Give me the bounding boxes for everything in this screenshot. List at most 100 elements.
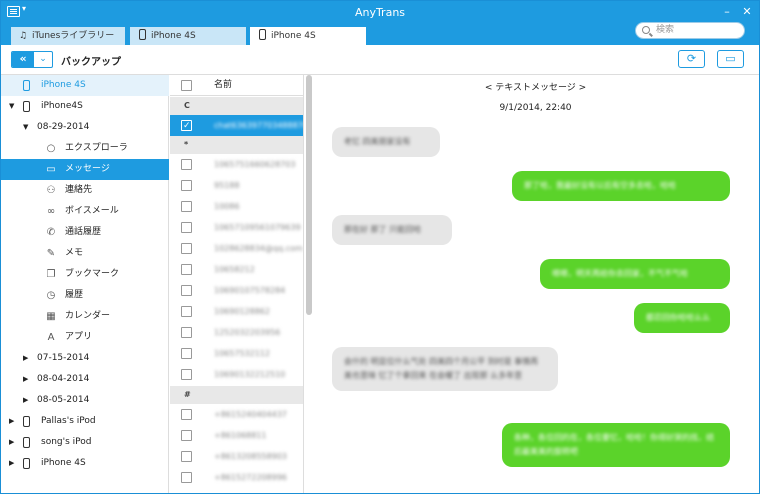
sidebar-backup-08-29-2014[interactable]: ▼ 08-29-2014 <box>1 117 169 138</box>
history-icon: ◷ <box>46 290 56 301</box>
phone-icon <box>23 458 30 469</box>
tab-iphone-4s-2[interactable]: iPhone 4S <box>250 27 366 45</box>
chevron-right-icon[interactable]: ▶ <box>23 369 28 390</box>
list-header: 名前 <box>170 75 303 96</box>
chevron-right-icon[interactable]: ▶ <box>9 453 14 474</box>
sidebar-item-contacts[interactable]: ⚇ 連絡先 <box>1 180 169 201</box>
list-item[interactable]: 1028628834@qq.com <box>170 238 303 259</box>
sidebar-item-voicemail[interactable]: ∞ ボイスメール <box>1 201 169 222</box>
list-item[interactable]: 10690107578284 <box>170 280 303 301</box>
minimize-button[interactable]: – <box>719 4 735 20</box>
double-chevron-left-icon: « <box>12 52 34 67</box>
list-item[interactable]: +8615272208996 <box>170 467 303 488</box>
app-title: AnyTrans <box>354 6 406 19</box>
chevron-right-icon[interactable]: ▶ <box>23 348 28 369</box>
sidebar-backup-07-15-2014[interactable]: ▶ 07-15-2014 <box>1 348 169 369</box>
contacts-icon: ⚇ <box>46 185 56 196</box>
list-item[interactable]: 10086 <box>170 196 303 217</box>
item-checkbox[interactable] <box>181 409 192 420</box>
chevron-right-icon[interactable]: ▶ <box>9 432 14 453</box>
calendar-icon: ▦ <box>46 311 56 322</box>
item-checkbox[interactable] <box>181 327 192 338</box>
chevron-right-icon[interactable]: ▶ <box>23 390 28 411</box>
back-button[interactable]: « ⌄ <box>11 51 53 68</box>
message-bubble-incoming: 老忆 四美朋家没有 <box>332 127 440 157</box>
column-header-name: 名前 <box>214 80 233 90</box>
sidebar-device-iphone-4s[interactable]: ▶ iPhone 4S <box>1 453 169 474</box>
sidebar-backup-08-04-2014[interactable]: ▶ 08-04-2014 <box>1 369 169 390</box>
item-checkbox[interactable] <box>181 430 192 441</box>
item-checkbox[interactable] <box>181 285 192 296</box>
list-item[interactable]: +8613208558903 <box>170 446 303 467</box>
sidebar-backup-08-05-2014[interactable]: ▶ 08-05-2014 <box>1 390 169 411</box>
list-item[interactable]: 10690128862 <box>170 301 303 322</box>
phone-icon <box>23 101 30 112</box>
call-history-icon: ✆ <box>46 227 56 238</box>
item-checkbox[interactable] <box>181 306 192 317</box>
conversation-title[interactable]: < テキストメッセージ > <box>312 80 759 93</box>
export-to-computer-button[interactable]: ▭ <box>717 50 744 68</box>
refresh-icon: ⟳ <box>686 52 697 65</box>
phone-icon <box>23 416 30 427</box>
item-checkbox[interactable] <box>181 472 192 483</box>
phone-icon <box>23 437 30 448</box>
message-bubble-outgoing: 那了哈，我最好没有以后有空多去哈，哈哈 <box>512 171 730 201</box>
message-bubble-outgoing: 都忍回你哈哈么么 <box>634 303 730 333</box>
sidebar-item-calendar[interactable]: ▦ カレンダー <box>1 306 169 327</box>
list-group-header: * <box>170 136 303 154</box>
item-checkbox[interactable] <box>181 159 192 170</box>
voicemail-icon: ∞ <box>46 206 56 217</box>
item-checkbox[interactable] <box>181 451 192 462</box>
phone-icon <box>23 80 30 91</box>
search-icon <box>642 26 650 34</box>
sidebar-item-call-history[interactable]: ✆ 通話履歴 <box>1 222 169 243</box>
refresh-button[interactable]: ⟳ <box>678 50 705 68</box>
message-bubble-outgoing: 嗯嗯，明天再给你去回家，不气不气哈 <box>540 259 730 289</box>
sidebar-item-bookmarks[interactable]: ❐ ブックマーク <box>1 264 169 285</box>
sidebar-header-device[interactable]: iPhone 4S <box>1 75 169 96</box>
list-item[interactable]: +861068811 <box>170 425 303 446</box>
tab-itunes-library[interactable]: ♫ iTunesライブラリー <box>11 27 125 45</box>
bookmark-icon: ❐ <box>46 269 56 280</box>
sidebar-device-iphone4s[interactable]: ▼ iPhone4S <box>1 96 169 117</box>
sidebar-device-song-ipod[interactable]: ▶ song's iPod <box>1 432 169 453</box>
chevron-down-icon[interactable]: ▼ <box>23 117 28 138</box>
item-checkbox[interactable] <box>181 264 192 275</box>
item-checkbox[interactable] <box>181 222 192 233</box>
sidebar-item-explorer[interactable]: ○ エクスプローラ <box>1 138 169 159</box>
sidebar-item-messages[interactable]: ▭ メッセージ <box>1 159 169 180</box>
list-item[interactable]: 10690132212510 <box>170 364 303 385</box>
sidebar-item-history[interactable]: ◷ 履歴 <box>1 285 169 306</box>
chevron-down-icon: ⌄ <box>39 54 47 64</box>
list-item[interactable]: +8615240404437 <box>170 404 303 425</box>
item-checkbox[interactable] <box>181 201 192 212</box>
phone-icon <box>256 27 268 45</box>
list-item[interactable]: 10657532112 <box>170 343 303 364</box>
tab-iphone-4s-1[interactable]: iPhone 4S <box>130 27 246 45</box>
apps-icon: A <box>47 332 55 343</box>
item-checkbox[interactable] <box>181 369 192 380</box>
phone-icon <box>136 27 148 45</box>
sidebar: iPhone 4S ▼ iPhone4S ▼ 08-29-2014 ○ エクスプ… <box>1 75 169 493</box>
computer-icon: ▭ <box>725 52 736 65</box>
list-item[interactable]: 1252032203956 <box>170 322 303 343</box>
list-item[interactable]: 10657109561079639 <box>170 217 303 238</box>
chevron-down-icon[interactable]: ▼ <box>9 96 14 117</box>
select-all-checkbox[interactable] <box>181 80 192 91</box>
item-checkbox[interactable] <box>181 180 192 191</box>
chevron-right-icon[interactable]: ▶ <box>9 411 14 432</box>
list-item[interactable]: chat636397703488870 <box>170 115 303 137</box>
list-item[interactable]: 1065751660628703 <box>170 154 303 175</box>
search-input[interactable]: 検索 <box>635 22 745 39</box>
sidebar-item-apps[interactable]: A アプリ <box>1 327 169 348</box>
toolbar: « ⌄ バックアップ ⟳ ▭ <box>1 45 759 75</box>
sidebar-item-notes[interactable]: ✎ メモ <box>1 243 169 264</box>
item-checkbox[interactable] <box>181 116 192 137</box>
list-group-header: # <box>170 386 303 404</box>
item-checkbox[interactable] <box>181 243 192 254</box>
close-button[interactable]: ✕ <box>739 4 755 20</box>
item-checkbox[interactable] <box>181 348 192 359</box>
list-item[interactable]: 95188 <box>170 175 303 196</box>
sidebar-device-pallas-ipod[interactable]: ▶ Pallas's iPod <box>1 411 169 432</box>
list-item[interactable]: 10658212 <box>170 259 303 280</box>
